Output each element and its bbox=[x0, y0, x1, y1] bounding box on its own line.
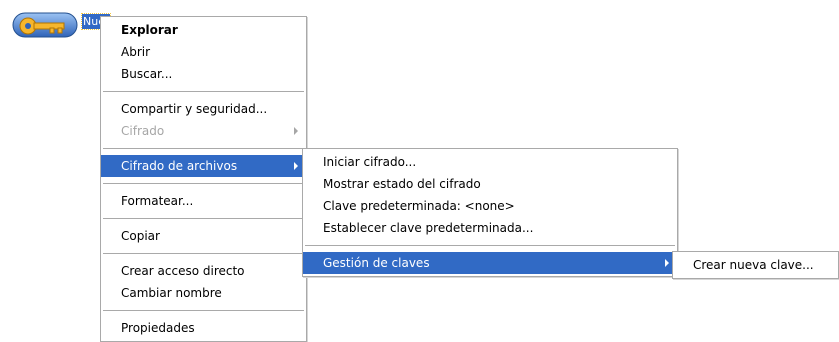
menu-separator bbox=[103, 183, 304, 184]
context-menu: Explorar Abrir Buscar... Compartir y seg… bbox=[100, 16, 307, 342]
menu-separator bbox=[103, 218, 304, 219]
menu-item-crear-acceso-directo[interactable]: Crear acceso directo bbox=[101, 260, 306, 282]
menu-item-label: Crear acceso directo bbox=[121, 264, 245, 278]
submenu-arrow-icon bbox=[294, 162, 298, 170]
menu-item-compartir[interactable]: Compartir y seguridad... bbox=[101, 98, 306, 120]
menu-item-label: Gestión de claves bbox=[323, 256, 430, 270]
menu-item-cambiar-nombre[interactable]: Cambiar nombre bbox=[101, 282, 306, 304]
menu-item-label: Crear nueva clave... bbox=[693, 258, 814, 272]
key-folder-icon[interactable] bbox=[12, 8, 78, 42]
menu-item-label: Establecer clave predeterminada... bbox=[323, 221, 534, 235]
menu-item-label: Cambiar nombre bbox=[121, 286, 222, 300]
menu-item-label: Formatear... bbox=[121, 194, 194, 208]
menu-item-gestion-claves[interactable]: Gestión de claves bbox=[303, 252, 677, 274]
menu-item-explorar[interactable]: Explorar bbox=[101, 19, 306, 41]
menu-item-label: Copiar bbox=[121, 229, 160, 243]
menu-item-cifrado-archivos[interactable]: Cifrado de archivos bbox=[101, 155, 306, 177]
menu-separator bbox=[103, 253, 304, 254]
menu-item-clave-predeterminada[interactable]: Clave predeterminada: <none> bbox=[303, 195, 677, 217]
menu-item-mostrar-estado[interactable]: Mostrar estado del cifrado bbox=[303, 173, 677, 195]
menu-item-formatear[interactable]: Formatear... bbox=[101, 190, 306, 212]
menu-item-label: Compartir y seguridad... bbox=[121, 102, 268, 116]
menu-item-buscar[interactable]: Buscar... bbox=[101, 63, 306, 85]
menu-item-crear-nueva-clave[interactable]: Crear nueva clave... bbox=[673, 254, 838, 276]
menu-item-abrir[interactable]: Abrir bbox=[101, 41, 306, 63]
menu-item-label: Buscar... bbox=[121, 67, 173, 81]
menu-separator bbox=[103, 148, 304, 149]
submenu-arrow-icon bbox=[294, 127, 298, 135]
menu-item-label: Mostrar estado del cifrado bbox=[323, 177, 481, 191]
menu-item-establecer-clave[interactable]: Establecer clave predeterminada... bbox=[303, 217, 677, 239]
encryption-submenu: Iniciar cifrado... Mostrar estado del ci… bbox=[302, 148, 678, 277]
menu-item-iniciar-cifrado[interactable]: Iniciar cifrado... bbox=[303, 151, 677, 173]
menu-item-label: Propiedades bbox=[121, 321, 195, 335]
menu-item-copiar[interactable]: Copiar bbox=[101, 225, 306, 247]
menu-separator bbox=[305, 245, 675, 246]
menu-item-label: Clave predeterminada: <none> bbox=[323, 199, 515, 213]
menu-item-label: Abrir bbox=[121, 45, 151, 59]
menu-item-label: Explorar bbox=[121, 23, 178, 37]
menu-item-propiedades[interactable]: Propiedades bbox=[101, 317, 306, 339]
menu-separator bbox=[103, 310, 304, 311]
key-management-submenu: Crear nueva clave... bbox=[672, 251, 839, 279]
menu-item-label: Iniciar cifrado... bbox=[323, 155, 417, 169]
submenu-arrow-icon bbox=[665, 259, 669, 267]
menu-item-label: Cifrado bbox=[121, 124, 165, 138]
menu-item-cifrado: Cifrado bbox=[101, 120, 306, 142]
menu-item-label: Cifrado de archivos bbox=[121, 159, 238, 173]
menu-separator bbox=[103, 91, 304, 92]
